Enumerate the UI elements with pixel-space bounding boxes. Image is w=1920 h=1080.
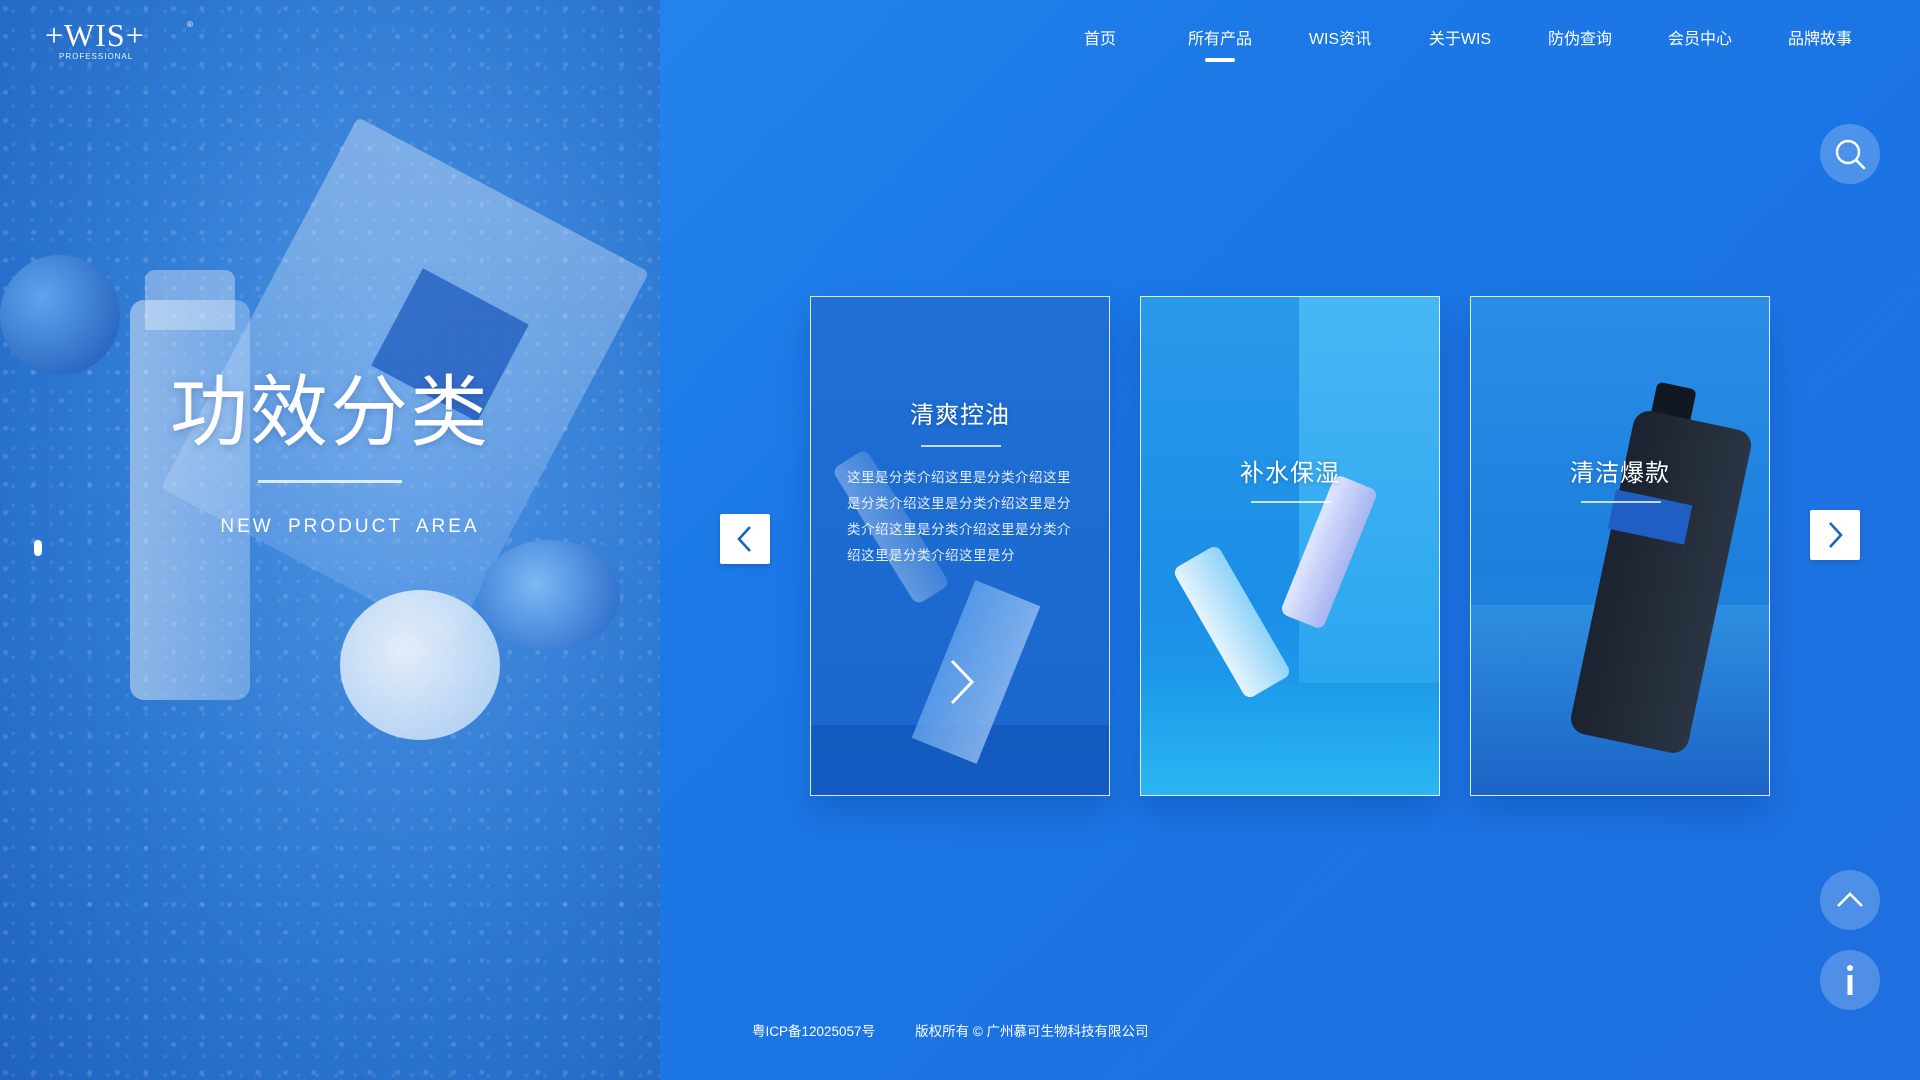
slide-indicator[interactable] xyxy=(34,540,42,556)
back-to-top-button[interactable] xyxy=(1820,870,1880,930)
ornament-ball-image xyxy=(0,255,120,375)
nav-item-all-products[interactable]: 所有产品 xyxy=(1160,28,1280,64)
nav-item-member-center[interactable]: 会员中心 xyxy=(1640,28,1760,64)
jar-lid-image xyxy=(480,540,620,650)
main-nav: 首页 所有产品 WIS资讯 关于WIS 防伪查询 会员中心 品牌故事 xyxy=(1040,28,1880,64)
card-floor-image xyxy=(1141,683,1439,795)
product-bottle-image xyxy=(1171,544,1293,700)
chevron-up-icon xyxy=(1837,892,1863,907)
nav-item-about[interactable]: 关于WIS xyxy=(1400,28,1520,64)
card-divider xyxy=(921,445,1001,447)
hero-title: 功效分类 xyxy=(170,368,491,456)
category-card-oil-control[interactable]: 清爽控油 这里是分类介绍这里是分类介绍这里是分类介绍这里是分类介绍这里是分类介绍… xyxy=(810,296,1110,796)
brand-logo[interactable]: +WIS+ PROFESSIONAL ® xyxy=(45,17,193,68)
nav-item-news[interactable]: WIS资讯 xyxy=(1280,28,1400,64)
chevron-right-icon xyxy=(1829,522,1843,548)
category-card-cleansing[interactable]: 清洁爆款 xyxy=(1470,296,1770,796)
carousel-prev-button[interactable] xyxy=(720,514,770,564)
card-divider xyxy=(1251,501,1331,503)
hero-panel: +WIS+ PROFESSIONAL ® 功效分类 NEW PRODUCT AR… xyxy=(0,0,660,1080)
card-divider xyxy=(1581,501,1661,503)
carousel-next-button[interactable] xyxy=(1810,510,1860,560)
nav-item-anti-counterfeit[interactable]: 防伪查询 xyxy=(1520,28,1640,64)
card-title: 清爽控油 xyxy=(910,402,1010,429)
registered-mark: ® xyxy=(187,20,193,29)
logo-text: +WIS+ xyxy=(45,17,145,53)
info-button[interactable] xyxy=(1820,950,1880,1010)
card-title: 清洁爆款 xyxy=(1570,460,1670,487)
card-description: 这里是分类介绍这里是分类介绍这里是分类介绍这里是分类介绍这里是分类介绍这里是分类… xyxy=(847,470,1071,563)
nav-item-home[interactable]: 首页 xyxy=(1040,28,1160,64)
search-button[interactable] xyxy=(1820,124,1880,184)
category-card-hydration[interactable]: 补水保湿 xyxy=(1140,296,1440,796)
chevron-right-icon[interactable] xyxy=(946,657,978,707)
cream-jar-image xyxy=(340,590,500,740)
copyright: 版权所有 © 广州慕可生物科技有限公司 xyxy=(915,1024,1149,1039)
nav-item-brand-story[interactable]: 品牌故事 xyxy=(1760,28,1880,64)
hero-divider xyxy=(258,480,402,483)
logo-subtitle: PROFESSIONAL xyxy=(59,52,134,61)
footer: 粤ICP备12025057号 版权所有 © 广州慕可生物科技有限公司 xyxy=(752,1020,1149,1040)
icp-record[interactable]: 粤ICP备12025057号 xyxy=(752,1020,875,1040)
card-title: 补水保湿 xyxy=(1240,460,1340,487)
search-icon xyxy=(1835,139,1866,170)
chevron-left-icon xyxy=(737,526,751,552)
hero-subtitle: NEW PRODUCT AREA xyxy=(220,516,480,537)
info-icon xyxy=(1847,965,1853,995)
